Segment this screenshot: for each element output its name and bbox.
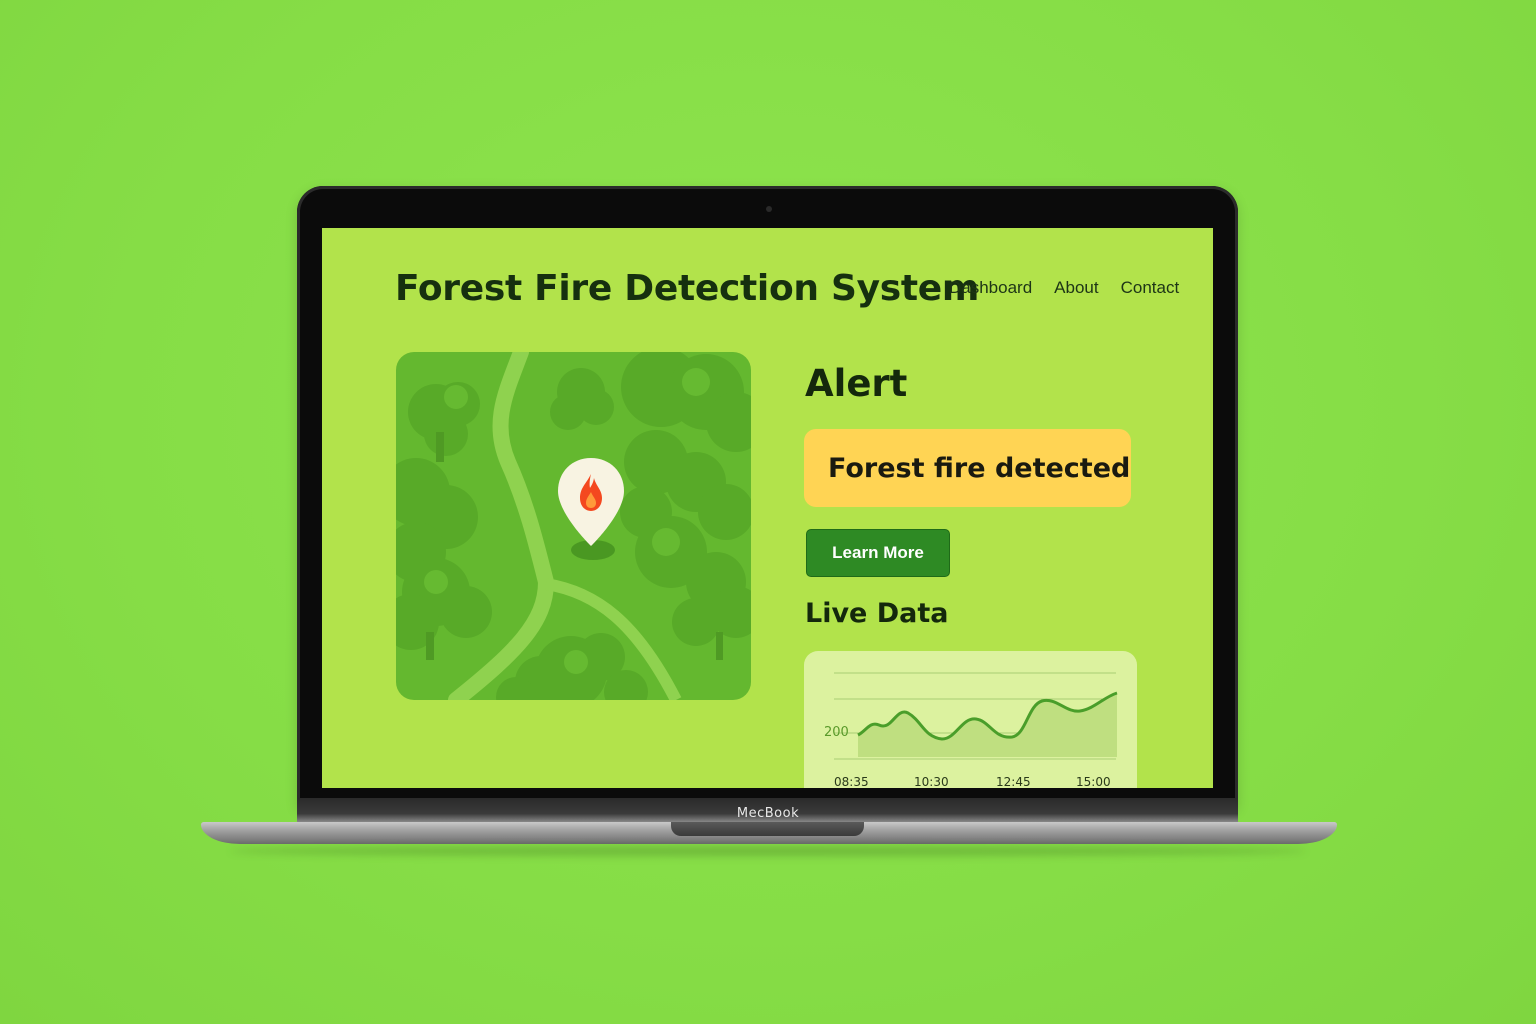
- page-title: Forest Fire Detection System: [395, 268, 980, 309]
- learn-more-button[interactable]: Learn More: [806, 529, 950, 577]
- live-data-heading: Live Data: [805, 598, 949, 629]
- x-tick-label: 15:00: [1076, 775, 1111, 788]
- live-data-chart: 200 08:35 10:30 12:45 15:00: [804, 651, 1137, 788]
- laptop-brand-label: MecBook: [736, 806, 800, 821]
- nav-about[interactable]: About: [1054, 278, 1098, 298]
- live-data-plot: 200 08:35 10:30 12:45 15:00: [824, 672, 1118, 788]
- forest-map[interactable]: [396, 352, 751, 700]
- top-nav: Dashboard About Contact: [949, 278, 1179, 298]
- screen: Forest Fire Detection System Dashboard A…: [322, 228, 1213, 788]
- laptop-shadow: [230, 846, 1306, 856]
- nav-dashboard[interactable]: Dashboard: [949, 278, 1032, 298]
- nav-contact[interactable]: Contact: [1121, 278, 1180, 298]
- laptop-notch: [671, 822, 864, 836]
- fire-location-pin-icon: [558, 458, 624, 546]
- x-tick-label: 12:45: [996, 775, 1031, 788]
- x-tick-label: 10:30: [914, 775, 949, 788]
- y-tick-label: 200: [824, 725, 849, 740]
- alert-message: Forest fire detected: [828, 452, 1131, 484]
- x-tick-label: 08:35: [834, 775, 869, 788]
- alert-banner: Forest fire detected: [804, 429, 1131, 507]
- camera-icon: [766, 206, 772, 212]
- alert-heading: Alert: [805, 362, 908, 405]
